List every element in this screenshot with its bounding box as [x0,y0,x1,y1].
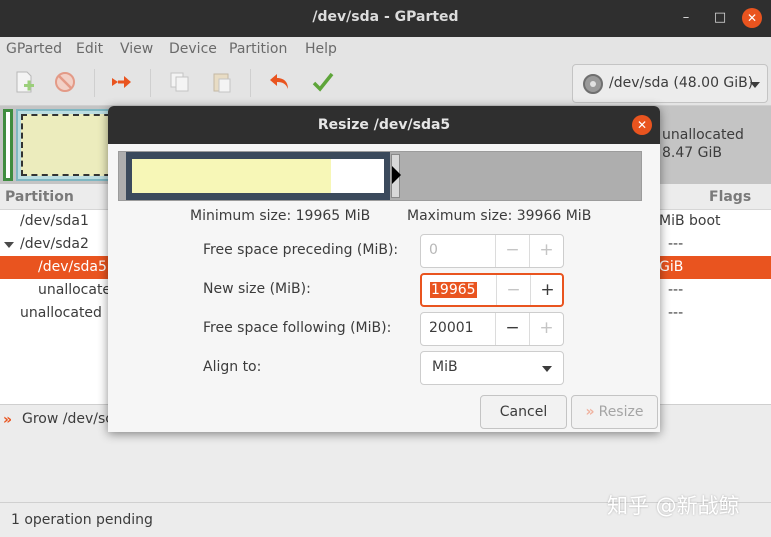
paste-icon[interactable] [210,70,234,94]
partition-flags: --- [668,236,684,252]
partition-flags: --- [668,305,684,321]
partition-block[interactable] [126,152,390,200]
column-header-flags[interactable]: Flags [709,189,751,205]
cancel-button[interactable]: Cancel [480,395,567,429]
dialog-titlebar: Resize /dev/sda5 ✕ [108,106,660,144]
resize-icon: » [585,404,595,420]
window-titlebar: /dev/sda - GParted – □ ✕ [0,0,771,37]
disk-icon [583,74,603,94]
undo-icon[interactable] [267,70,291,94]
toolbar-separator [150,69,151,97]
disk-map-unallocated-size: 8.47 GiB [662,145,722,161]
chevron-down-icon [542,366,552,372]
decrement-button[interactable]: − [496,275,530,305]
new-size-value[interactable]: 19965 [430,282,477,298]
minimum-size-label: Minimum size: 19965 MiB [190,208,371,224]
align-to-label: Align to: [203,359,262,375]
increment-button[interactable]: + [530,275,564,305]
maximum-size-label: Maximum size: 39966 MiB [407,208,592,224]
partition-name: /dev/sda1 [20,213,89,229]
decrement-button[interactable]: − [495,235,529,267]
maximize-button[interactable]: □ [710,8,730,28]
partition-name: unallocated [20,305,102,321]
window-title: /dev/sda - GParted [312,9,459,25]
minimize-button[interactable]: – [676,8,696,28]
toolbar-separator [250,69,251,97]
free-preceding-label: Free space preceding (MiB): [203,242,399,258]
menu-gparted[interactable]: GParted [6,41,62,57]
new-partition-icon[interactable] [12,70,36,94]
copy-icon[interactable] [168,70,192,94]
align-to-dropdown[interactable]: MiB [420,351,564,385]
partition-name: /dev/sda2 [20,236,89,252]
toolbar: /dev/sda (48.00 GiB) [0,61,771,106]
status-text: 1 operation pending [11,512,153,528]
menu-help[interactable]: Help [305,41,337,57]
partition-flags: --- [668,282,684,298]
chevron-down-icon [750,82,760,88]
free-preceding-value[interactable]: 0 [429,242,438,258]
partition-size-tail: GiB [659,259,684,275]
grow-operation-icon: » [3,412,13,428]
device-selector-label: /dev/sda (48.00 GiB) [609,75,754,91]
apply-icon[interactable] [311,70,335,94]
menu-device[interactable]: Device [169,41,217,57]
partition-name: unallocate [38,282,112,298]
partition-used-space [132,159,331,193]
device-selector[interactable]: /dev/sda (48.00 GiB) [572,64,768,103]
partition-size-tail: MiB [659,213,685,229]
dialog-close-button[interactable]: ✕ [632,115,652,135]
menu-partition[interactable]: Partition [229,41,287,57]
partition-name: /dev/sda5 [38,259,107,275]
disk-map-unallocated[interactable]: unallocated 8.47 GiB [662,126,744,162]
expander-icon[interactable] [4,242,14,248]
resize-move-icon[interactable] [110,70,134,94]
free-following-label: Free space following (MiB): [203,320,392,336]
partition-resizer[interactable] [118,151,642,201]
column-header-partition[interactable]: Partition [5,189,74,205]
resize-button[interactable]: » Resize [571,395,658,429]
disk-map-partition-sda1[interactable] [3,109,13,181]
free-following-value[interactable]: 20001 [429,320,474,336]
resize-button-label: Resize [598,404,644,420]
new-size-label: New size (MiB): [203,281,311,297]
watermark: 知乎 @新战鲸 [607,494,740,518]
new-size-spinbutton[interactable]: 19965 − + [420,273,564,307]
increment-button[interactable]: + [529,235,563,267]
menubar: GParted Edit View Device Partition Help [0,37,771,61]
free-preceding-spinbutton[interactable]: 0 − + [420,234,564,268]
delete-partition-icon[interactable] [53,70,77,94]
free-following-spinbutton[interactable]: 20001 − + [420,312,564,346]
menu-view[interactable]: View [120,41,153,57]
toolbar-separator [94,69,95,97]
increment-button[interactable]: + [529,313,563,345]
disk-map-extended-partition[interactable] [16,109,131,181]
disk-map-unallocated-label: unallocated [662,127,744,143]
close-window-button[interactable]: ✕ [742,8,762,28]
menu-edit[interactable]: Edit [76,41,103,57]
partition-flags: boot [689,213,721,229]
align-to-value: MiB [432,359,458,375]
pending-operation-item[interactable]: Grow /dev/sc [22,411,113,427]
decrement-button[interactable]: − [495,313,529,345]
resize-dialog: Resize /dev/sda5 ✕ Minimum size: 19965 M… [108,106,660,432]
dialog-title: Resize /dev/sda5 [317,117,451,133]
arrow-right-icon [392,166,401,184]
